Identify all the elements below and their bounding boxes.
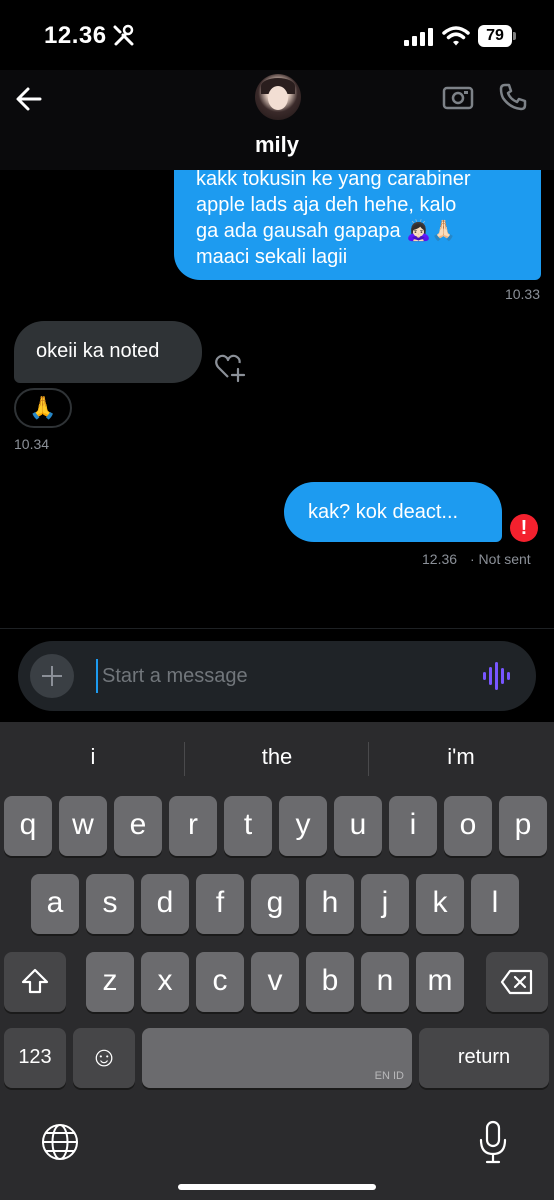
keyboard: i the i'm q w e r t y u i o p a s d f g …: [0, 722, 554, 1200]
key-v[interactable]: v: [251, 952, 299, 1012]
space-key[interactable]: EN ID: [142, 1028, 412, 1088]
delete-key[interactable]: [486, 952, 548, 1012]
voice-message-icon[interactable]: [482, 662, 512, 690]
wifi-icon: [442, 26, 470, 46]
status-time: 12.36: [44, 22, 107, 49]
message-thread[interactable]: kakk tokusin ke yang carabiner apple lad…: [0, 170, 554, 625]
add-reaction-icon[interactable]: [214, 353, 248, 383]
not-sent-status: · Not sent: [470, 551, 531, 567]
key-l[interactable]: l: [471, 874, 519, 934]
phone-call-icon[interactable]: [498, 82, 528, 112]
key-c[interactable]: c: [196, 952, 244, 1012]
conversation-header: mily: [0, 70, 554, 170]
key-w[interactable]: w: [59, 796, 107, 856]
key-e[interactable]: e: [114, 796, 162, 856]
return-key[interactable]: return: [419, 1028, 549, 1088]
key-z[interactable]: z: [86, 952, 134, 1012]
suggestion-item[interactable]: i'm: [376, 744, 546, 770]
key-x[interactable]: x: [141, 952, 189, 1012]
suggestion-item[interactable]: the: [192, 744, 362, 770]
video-call-icon[interactable]: [442, 84, 474, 112]
message-composer: [18, 641, 536, 711]
message-timestamp: 10.33: [504, 286, 540, 302]
battery-icon: 79: [478, 25, 516, 47]
send-error-icon[interactable]: !: [510, 514, 538, 542]
numbers-key[interactable]: 123: [4, 1028, 66, 1088]
incoming-message-bubble[interactable]: okeii ka noted: [14, 321, 202, 383]
contact-avatar[interactable]: [255, 74, 301, 120]
tools-icon: [113, 24, 134, 46]
key-n[interactable]: n: [361, 952, 409, 1012]
key-d[interactable]: d: [141, 874, 189, 934]
message-line: kakk tokusin ke yang carabiner: [196, 170, 471, 190]
shift-key[interactable]: [4, 952, 66, 1012]
key-p[interactable]: p: [499, 796, 547, 856]
key-b[interactable]: b: [306, 952, 354, 1012]
message-input[interactable]: [96, 659, 466, 693]
message-line: ga ada gausah gapapa 🙇🏻‍♀️🙏🏻: [196, 220, 456, 242]
suggestion-item[interactable]: i: [8, 744, 178, 770]
key-t[interactable]: t: [224, 796, 272, 856]
key-g[interactable]: g: [251, 874, 299, 934]
reaction-badge[interactable]: 🙏: [14, 388, 72, 428]
key-f[interactable]: f: [196, 874, 244, 934]
emoji-key[interactable]: ☺: [73, 1028, 135, 1088]
dictation-mic-icon[interactable]: [478, 1120, 508, 1164]
key-a[interactable]: a: [31, 874, 79, 934]
key-q[interactable]: q: [4, 796, 52, 856]
outgoing-message-bubble[interactable]: kak? kok deact...: [284, 482, 502, 542]
divider: [0, 628, 554, 629]
key-r[interactable]: r: [169, 796, 217, 856]
shift-icon: [21, 968, 49, 994]
key-j[interactable]: j: [361, 874, 409, 934]
back-arrow-icon[interactable]: [14, 84, 44, 114]
globe-icon[interactable]: [40, 1122, 80, 1162]
home-indicator[interactable]: [178, 1184, 376, 1190]
key-m[interactable]: m: [416, 952, 464, 1012]
key-y[interactable]: y: [279, 796, 327, 856]
outgoing-message-bubble[interactable]: kakk tokusin ke yang carabiner apple lad…: [174, 170, 541, 280]
key-o[interactable]: o: [444, 796, 492, 856]
key-s[interactable]: s: [86, 874, 134, 934]
backspace-icon: [500, 969, 533, 995]
add-media-button[interactable]: [30, 654, 74, 698]
key-k[interactable]: k: [416, 874, 464, 934]
signal-icon: [404, 28, 433, 46]
message-timestamp: 10.34: [14, 436, 50, 452]
status-bar: 12.36 79: [0, 0, 554, 70]
keyboard-language-label: EN ID: [374, 1070, 404, 1082]
contact-name[interactable]: mily: [0, 132, 554, 158]
battery-level: 79: [478, 25, 512, 47]
key-h[interactable]: h: [306, 874, 354, 934]
message-timestamp: 12.36: [422, 551, 458, 567]
message-line: maaci sekali lagii: [196, 246, 348, 268]
key-i[interactable]: i: [389, 796, 437, 856]
message-line: apple lads aja deh hehe, kalo: [196, 194, 457, 216]
key-u[interactable]: u: [334, 796, 382, 856]
